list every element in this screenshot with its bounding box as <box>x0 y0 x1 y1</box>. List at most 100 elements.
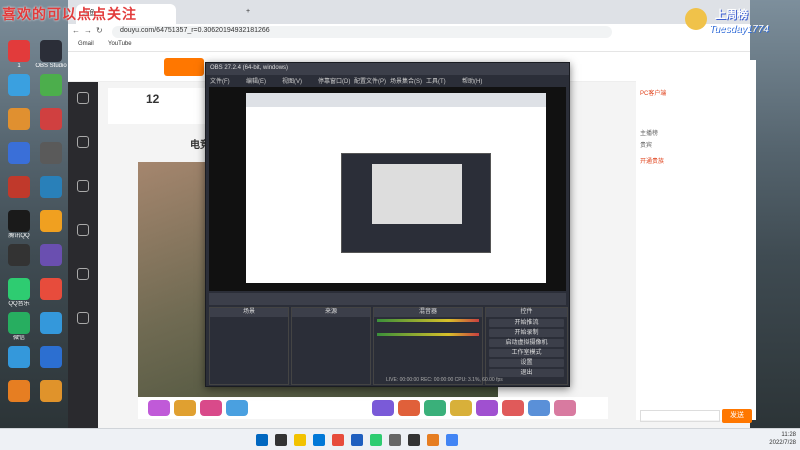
app-icon <box>8 74 30 96</box>
app-icon <box>40 210 62 232</box>
desktop-icon[interactable]: OBS Studio <box>34 40 68 70</box>
desktop-icon[interactable]: QQ音乐 <box>2 278 36 308</box>
back-icon[interactable]: ← <box>72 26 82 36</box>
douyu-logo[interactable] <box>164 58 204 76</box>
desktop-icon[interactable] <box>34 380 68 403</box>
bookmark-youtube[interactable]: YouTube <box>108 41 132 47</box>
taskbar-app-icon[interactable] <box>294 434 306 446</box>
obs-menu-item[interactable]: 场景集合(S) <box>390 76 422 85</box>
controls-header: 控件 <box>486 308 567 317</box>
gift-icon[interactable] <box>226 400 248 416</box>
desktop-icon[interactable] <box>34 346 68 369</box>
obs-preview[interactable] <box>209 87 566 291</box>
taskbar-app-icon[interactable] <box>313 434 325 446</box>
gift-icon[interactable] <box>450 400 472 416</box>
gift-icon[interactable] <box>554 400 576 416</box>
gift-icon[interactable] <box>174 400 196 416</box>
obs-menu-item[interactable]: 视图(V) <box>282 76 302 85</box>
taskbar-app-icon[interactable] <box>351 434 363 446</box>
desktop-icon[interactable] <box>34 142 68 165</box>
preview-capture <box>246 93 546 283</box>
taskbar-app-icon[interactable] <box>370 434 382 446</box>
source-row[interactable] <box>292 325 370 333</box>
source-row[interactable] <box>292 341 370 349</box>
desktop-icon[interactable]: 腾讯QQ <box>2 210 36 240</box>
send-button[interactable]: 发送 <box>722 409 752 423</box>
desktop-icon[interactable]: 1 <box>2 40 36 70</box>
desktop-icon[interactable] <box>2 346 36 369</box>
chat-input[interactable] <box>640 410 720 422</box>
app-icon <box>40 108 62 130</box>
taskbar-app-icon[interactable] <box>446 434 458 446</box>
reload-icon[interactable]: ↻ <box>96 26 106 36</box>
gift-icon[interactable] <box>372 400 394 416</box>
gift-icon[interactable] <box>148 400 170 416</box>
gift-icon[interactable] <box>502 400 524 416</box>
rail-item[interactable] <box>68 180 98 194</box>
obs-menu-item[interactable]: 停靠窗口(D) <box>318 76 350 85</box>
desktop-icon[interactable] <box>2 380 36 403</box>
obs-control-button[interactable]: 开始推流 <box>489 319 564 327</box>
desktop-icon[interactable] <box>34 278 68 301</box>
obs-control-button[interactable]: 退出 <box>489 369 564 377</box>
rail-icon <box>77 136 89 148</box>
desktop-icon[interactable] <box>34 210 68 233</box>
bookmark-gmail[interactable]: Gmail <box>78 41 94 47</box>
desktop-icon[interactable] <box>34 74 68 97</box>
gift-icon[interactable] <box>200 400 222 416</box>
obs-menu-item[interactable]: 工具(T) <box>426 76 446 85</box>
clock-date[interactable]: 2022/7/28 <box>769 440 796 446</box>
desktop-icon[interactable] <box>2 176 36 199</box>
url-input[interactable]: douyu.com/64751357_r=0.30620194932181266 <box>112 26 612 38</box>
taskbar-app-icon[interactable] <box>332 434 344 446</box>
volume-meter[interactable] <box>377 333 479 336</box>
taskbar-app-icon[interactable] <box>275 434 287 446</box>
rail-icon <box>77 92 89 104</box>
forward-icon[interactable]: → <box>84 26 94 36</box>
rail-item[interactable] <box>68 92 98 106</box>
obs-control-button[interactable]: 设置 <box>489 359 564 367</box>
mixer-channel <box>374 331 482 345</box>
chat-line[interactable]: 开通贵族 <box>640 156 752 165</box>
sources-list <box>292 317 370 357</box>
obs-control-button[interactable]: 工作室模式 <box>489 349 564 357</box>
taskbar-app-icon[interactable] <box>408 434 420 446</box>
desktop-icon[interactable] <box>34 244 68 267</box>
obs-control-button[interactable]: 开始录制 <box>489 329 564 337</box>
clock-time[interactable]: 11:28 <box>781 432 796 438</box>
obs-menu-item[interactable]: 文件(F) <box>210 76 230 85</box>
gift-icon[interactable] <box>424 400 446 416</box>
source-row[interactable] <box>292 333 370 341</box>
gift-bar <box>138 397 608 419</box>
taskbar-app-icon[interactable] <box>256 434 268 446</box>
source-row[interactable] <box>292 317 370 325</box>
desktop-icon[interactable] <box>34 108 68 131</box>
source-row[interactable] <box>292 349 370 357</box>
desktop-icon[interactable] <box>2 74 36 97</box>
app-icon <box>8 108 30 130</box>
taskbar-app-icon[interactable] <box>389 434 401 446</box>
rail-item[interactable] <box>68 312 98 326</box>
rail-item[interactable] <box>68 136 98 150</box>
gift-icon[interactable] <box>528 400 550 416</box>
obs-menu-item[interactable]: 配置文件(P) <box>354 76 386 85</box>
new-tab-icon[interactable]: + <box>240 4 254 24</box>
rail-icon <box>77 268 89 280</box>
desktop-icon[interactable] <box>34 312 68 335</box>
desktop-icon[interactable]: 微信 <box>2 312 36 342</box>
rail-item[interactable] <box>68 268 98 282</box>
desktop-icon[interactable] <box>2 142 36 165</box>
gift-icon[interactable] <box>398 400 420 416</box>
browser-tab[interactable] <box>178 4 238 24</box>
gift-icon[interactable] <box>476 400 498 416</box>
obs-menu-item[interactable]: 帮助(H) <box>462 76 482 85</box>
taskbar-app-icon[interactable] <box>427 434 439 446</box>
desktop-icon[interactable] <box>34 176 68 199</box>
obs-control-button[interactable]: 启动虚拟摄像机 <box>489 339 564 347</box>
desktop-icon[interactable] <box>2 244 36 267</box>
volume-meter[interactable] <box>377 319 479 322</box>
rail-item[interactable] <box>68 224 98 238</box>
rail-icon <box>77 180 89 192</box>
desktop-icon[interactable] <box>2 108 36 131</box>
obs-menu-item[interactable]: 编辑(E) <box>246 76 266 85</box>
